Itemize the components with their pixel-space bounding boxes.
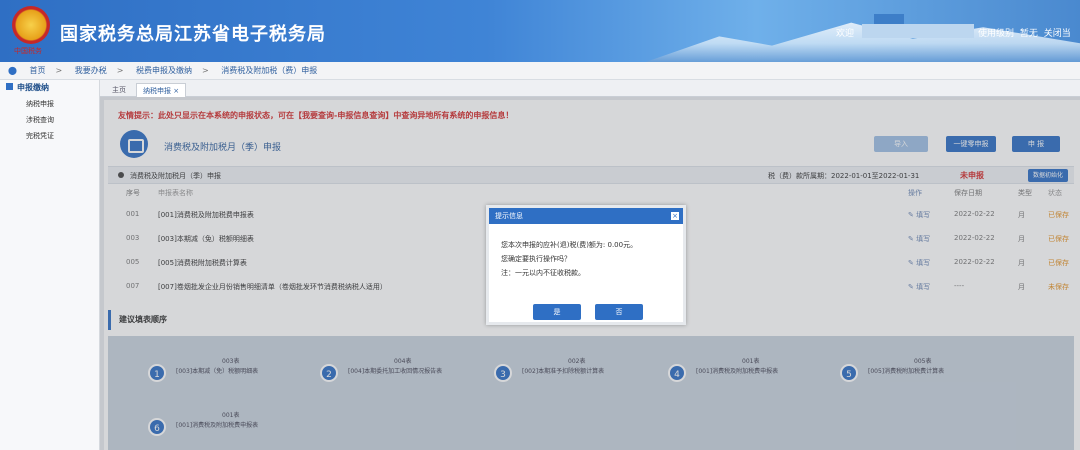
sidebar-item-declare[interactable]: 纳税申报: [0, 96, 99, 112]
emblem-caption: 中国税务: [14, 47, 42, 55]
mountain-banner: [640, 22, 1080, 62]
breadcrumb-home[interactable]: 首页: [30, 66, 46, 75]
menu-icon: [6, 83, 13, 90]
sidebar-item-query[interactable]: 涉税查询: [0, 112, 99, 128]
dialog-title-bar: 提示信息 ×: [489, 208, 683, 224]
breadcrumb: ⬤ 首页 > 我要办税 > 税费申报及缴纳 > 消费税及附加税（费）申报: [0, 62, 1080, 80]
dialog-body: 您本次申报的应补(退)税(费)额为: 0.00元。 您确定要执行操作吗？ 注：一…: [489, 224, 683, 280]
tab-home[interactable]: 主页: [106, 83, 132, 97]
sidebar-item-certificate[interactable]: 完税凭证: [0, 128, 99, 144]
site-title: 国家税务总局江苏省电子税务局: [60, 24, 326, 45]
header-links: 使用级别 暂无 关闭当: [978, 26, 1074, 39]
tab-declare[interactable]: 纳税申报 ×: [136, 83, 187, 97]
header-link-close[interactable]: 关闭当: [1044, 29, 1071, 39]
dialog-confirm-text: 您确定要执行操作吗？: [501, 255, 571, 263]
tab-bar: 主页 纳税申报 ×: [100, 80, 1080, 97]
sidebar: 申报缴纳 纳税申报 涉税查询 完税凭证: [0, 80, 100, 450]
dialog-note-text: 注：一元以内不征收税款。: [501, 269, 585, 277]
header-link-level[interactable]: 使用级别: [978, 29, 1014, 39]
user-name-field: [862, 24, 974, 38]
sidebar-heading-label: 申报缴纳: [17, 83, 49, 92]
dialog-title: 提示信息: [495, 212, 523, 220]
breadcrumb-tax[interactable]: 我要办税: [75, 66, 107, 75]
breadcrumb-separator: >: [202, 66, 209, 75]
breadcrumb-current[interactable]: 消费税及附加税（费）申报: [221, 66, 317, 75]
dialog-amount-text: 您本次申报的应补(退)税(费)额为: 0.00元。: [501, 241, 638, 249]
breadcrumb-declare[interactable]: 税费申报及缴纳: [136, 66, 192, 75]
breadcrumb-separator: >: [55, 66, 63, 75]
yes-button[interactable]: 是: [533, 304, 581, 320]
confirm-dialog: 提示信息 × 您本次申报的应补(退)税(费)额为: 0.00元。 您确定要执行操…: [486, 205, 686, 325]
tax-emblem-icon: [12, 6, 50, 44]
welcome-text: 欢迎: [836, 29, 855, 39]
site-header: 中国税务 国家税务总局江苏省电子税务局 欢迎 使用级别 暂无 关闭当: [0, 0, 1080, 62]
location-pin-icon: ⬤: [8, 66, 17, 75]
breadcrumb-separator: >: [116, 66, 124, 75]
sidebar-heading[interactable]: 申报缴纳: [0, 80, 99, 96]
header-link-none[interactable]: 暂无: [1020, 29, 1038, 39]
close-icon[interactable]: ×: [671, 212, 679, 220]
no-button[interactable]: 否: [595, 304, 643, 320]
